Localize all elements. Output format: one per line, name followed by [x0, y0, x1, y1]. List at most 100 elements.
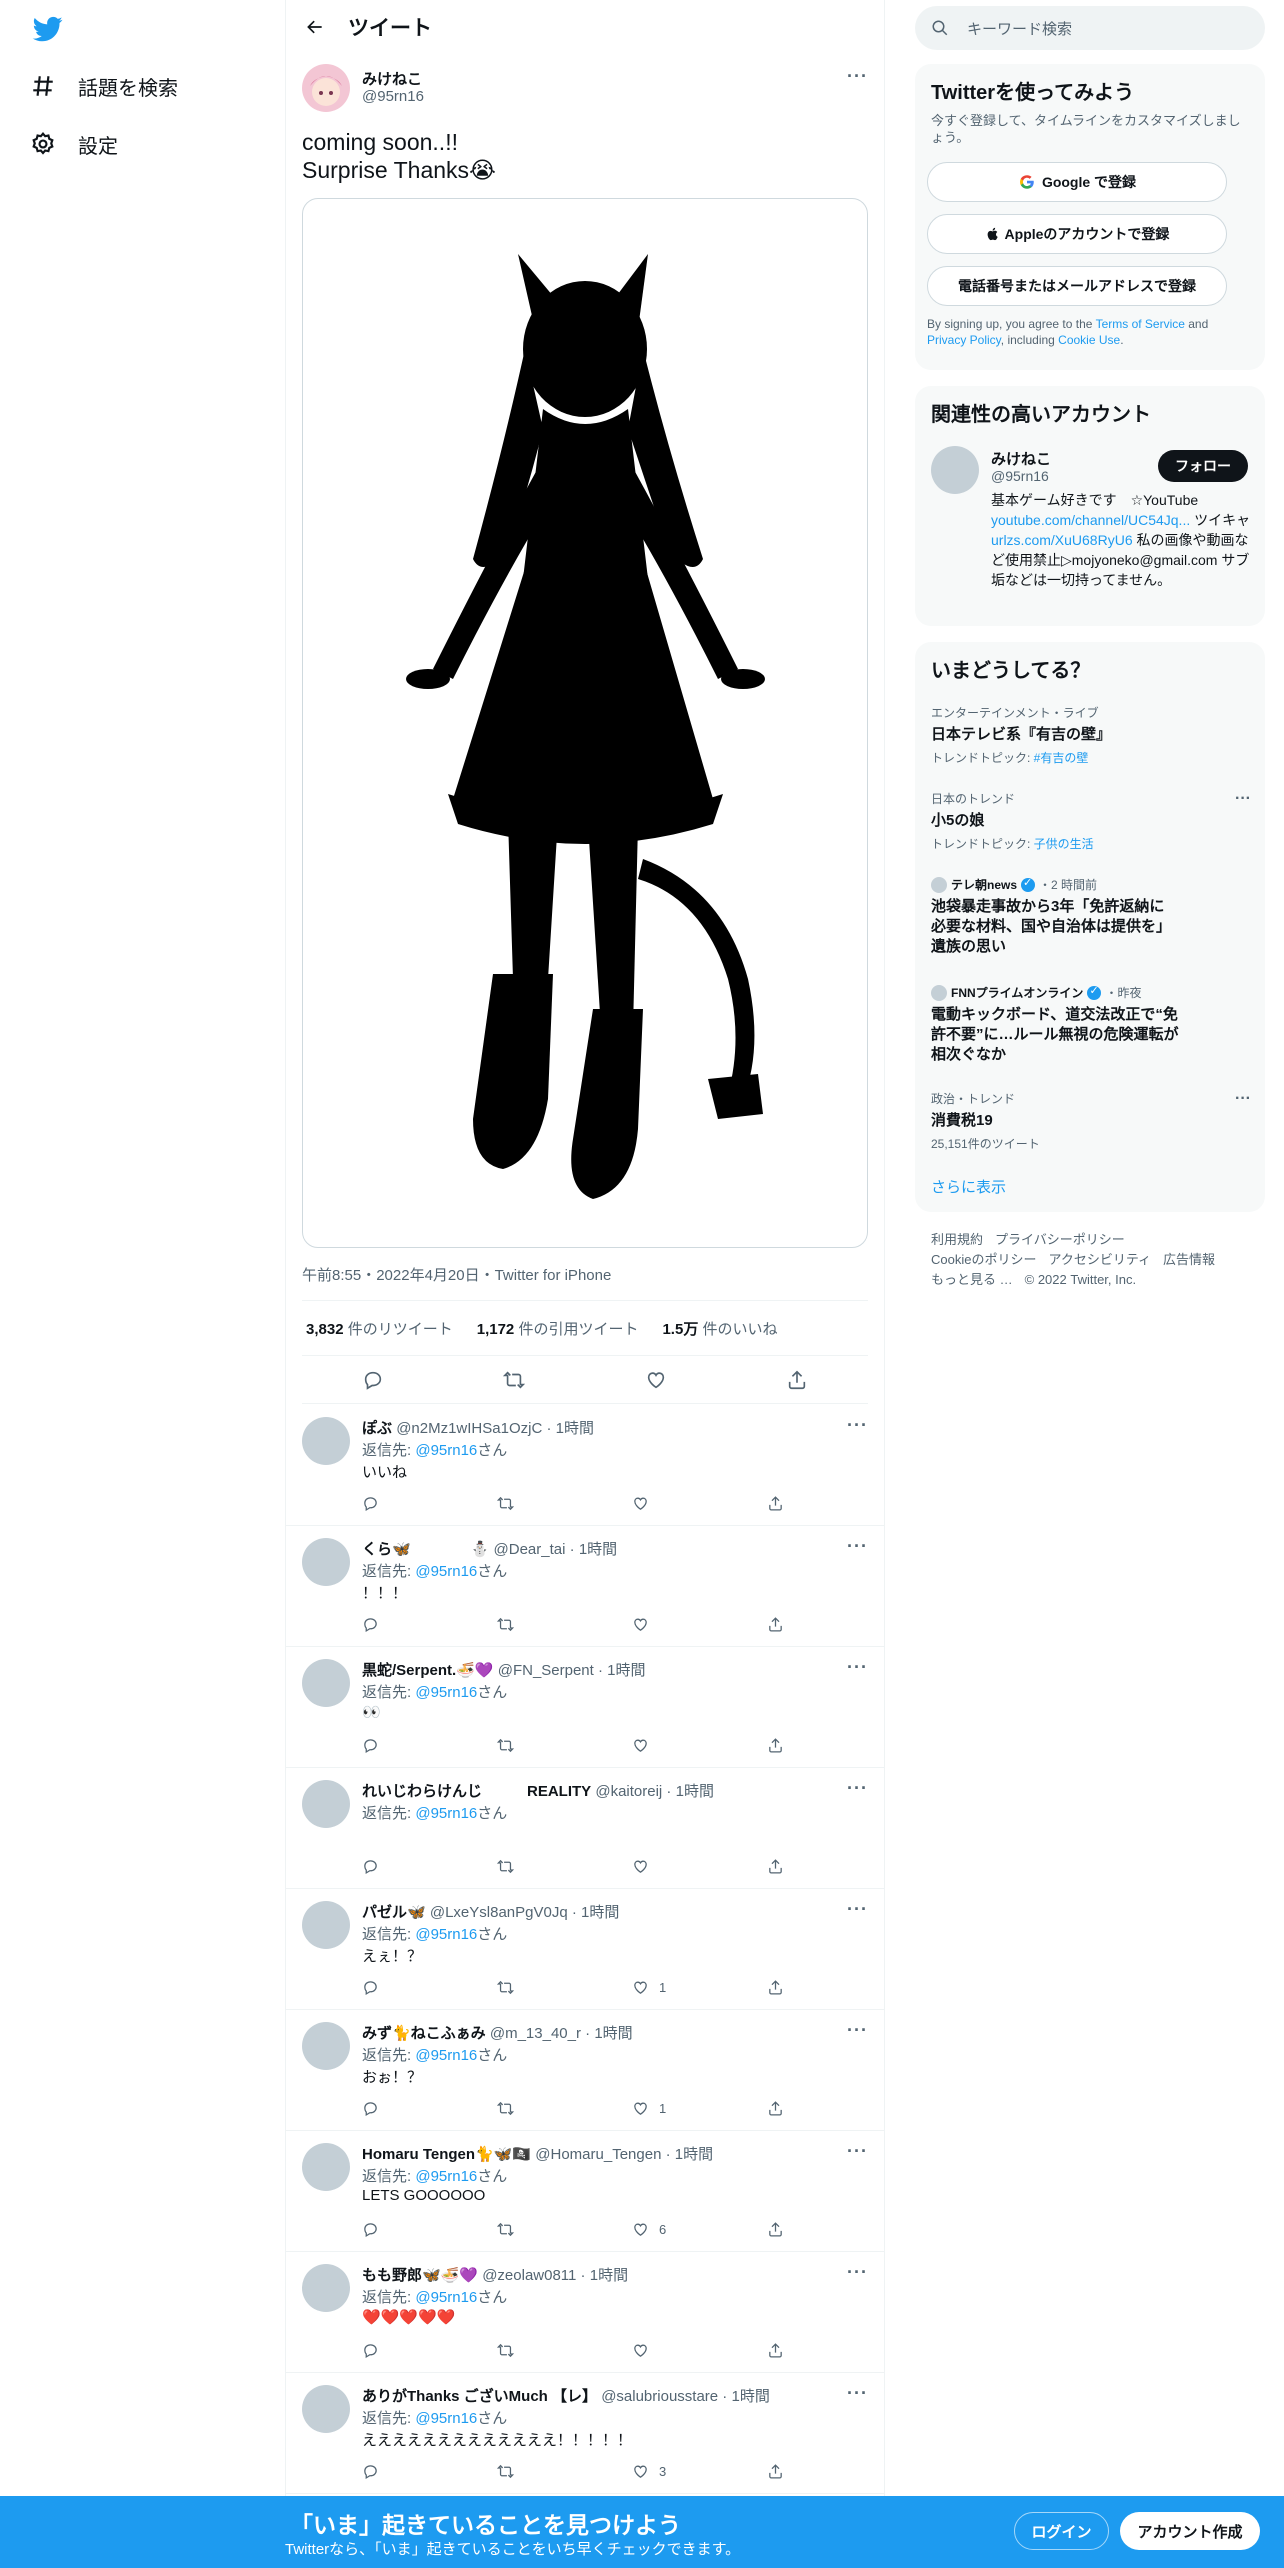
reply-time[interactable]: 1時間 — [675, 2146, 713, 2163]
share-icon[interactable] — [767, 1979, 784, 1996]
footer-link[interactable]: プライバシーポリシー — [995, 1232, 1125, 1247]
reply-avatar[interactable] — [302, 1417, 350, 1465]
like-button[interactable]: 6 — [632, 2221, 666, 2238]
retweet-icon[interactable] — [497, 1495, 514, 1512]
more-options-icon[interactable]: ··· — [847, 2020, 868, 2041]
reply-tweet[interactable]: れいじわらけんじ REALITY @kaitoreij · 1時間 ··· 返信先:… — [286, 1768, 884, 1889]
tweet-media-image[interactable] — [302, 198, 868, 1248]
google-signup-button[interactable]: Google で登録 — [927, 162, 1227, 202]
more-options-icon[interactable]: ··· — [847, 66, 868, 87]
back-button[interactable] — [298, 10, 332, 44]
share-icon[interactable] — [767, 2221, 784, 2238]
reply-time[interactable]: 1時間 — [581, 1904, 619, 1921]
like-button[interactable] — [632, 1616, 659, 1633]
signup-button[interactable]: アカウント作成 — [1120, 2512, 1260, 2550]
trend-item[interactable]: 政治・トレンド 消費税19 25,151件のツイート ··· — [931, 1090, 1251, 1152]
more-options-icon[interactable]: ··· — [847, 1657, 868, 1678]
more-options-icon[interactable]: ··· — [847, 1899, 868, 1920]
share-icon[interactable] — [786, 1369, 808, 1391]
news-item[interactable]: FNNプライムオンライン ・昨夜 電動キックボード、道交法改正で“免許不要”に…ル… — [931, 984, 1251, 1065]
reply-icon[interactable] — [362, 2221, 379, 2238]
reply-to-link[interactable]: @95rn16 — [415, 2168, 477, 2185]
cookie-link[interactable]: Cookie Use — [1058, 333, 1120, 347]
reply-icon[interactable] — [362, 2100, 379, 2117]
related-handle[interactable]: @95rn16 — [991, 468, 1049, 484]
share-icon[interactable] — [767, 2342, 784, 2359]
more-options-icon[interactable]: ··· — [847, 1536, 868, 1557]
twitter-logo-icon[interactable] — [30, 14, 66, 44]
reply-icon[interactable] — [362, 1979, 379, 1996]
reply-author-name[interactable]: くら🦋 ⛄ — [362, 1541, 489, 1558]
reply-tweet[interactable]: ありがThanks ございMuch 【レ】 @salubriousstare ·… — [286, 2373, 884, 2494]
quote-count[interactable]: 1,172 件の引用ツイート — [477, 1318, 639, 1339]
reply-avatar[interactable] — [302, 1659, 350, 1707]
more-options-icon[interactable]: ··· — [847, 1778, 868, 1799]
share-icon[interactable] — [767, 1495, 784, 1512]
reply-to-link[interactable]: @95rn16 — [415, 1563, 477, 1580]
retweet-icon[interactable] — [497, 2342, 514, 2359]
more-options-icon[interactable]: ··· — [847, 2383, 868, 2404]
reply-to-link[interactable]: @95rn16 — [415, 1684, 477, 1701]
reply-tweet[interactable]: 黒蛇/Serpent.🍜💜 @FN_Serpent · 1時間 ··· 返信先: @… — [286, 1647, 884, 1768]
like-button[interactable]: 1 — [632, 1979, 666, 1996]
reply-tweet[interactable]: くら🦋 ⛄ @Dear_tai · 1時間 ··· 返信先: @95rn16さん ！！… — [286, 1526, 884, 1647]
reply-avatar[interactable] — [302, 2264, 350, 2312]
like-button[interactable]: 1 — [632, 2100, 666, 2117]
reply-author-handle[interactable]: @FN_Serpent — [498, 1662, 594, 1679]
reply-author-name[interactable]: Homaru Tengen🐈🦋🏴‍☠️ — [362, 2146, 531, 2163]
reply-icon[interactable] — [362, 2342, 379, 2359]
reply-author-name[interactable]: ありがThanks ございMuch 【レ】 — [362, 2388, 597, 2405]
author-name[interactable]: みけねこ — [362, 68, 422, 89]
retweet-icon[interactable] — [497, 2221, 514, 2238]
footer-link[interactable]: アクセシビリティ — [1048, 1252, 1151, 1267]
share-icon[interactable] — [767, 1737, 784, 1754]
heart-icon[interactable] — [645, 1369, 667, 1391]
share-icon[interactable] — [767, 1616, 784, 1633]
author-avatar[interactable] — [302, 64, 350, 112]
nav-settings[interactable]: 設定 — [30, 124, 118, 164]
reply-time[interactable]: 1時間 — [556, 1420, 594, 1437]
reply-author-handle[interactable]: @kaitoreij — [595, 1783, 662, 1800]
retweet-icon[interactable] — [497, 2100, 514, 2117]
tweet-timestamp[interactable]: 午前8:55・2022年4月20日・Twitter for iPhone — [302, 1264, 611, 1285]
show-more-link[interactable]: さらに表示 — [931, 1176, 1006, 1197]
reply-time[interactable]: 1時間 — [579, 1541, 617, 1558]
retweet-count[interactable]: 3,832 件のリツイート — [306, 1318, 453, 1339]
news-item[interactable]: テレ朝news ・2 時間前 池袋暴走事故から3年「免許返納に必要な材料、国や自治… — [931, 876, 1251, 957]
reply-to-link[interactable]: @95rn16 — [415, 2289, 477, 2306]
related-name[interactable]: みけねこ — [991, 448, 1051, 469]
reply-avatar[interactable] — [302, 1901, 350, 1949]
like-button[interactable] — [632, 1858, 659, 1875]
bio-link[interactable]: youtube.com/channel/UC54Jq... — [991, 512, 1190, 528]
related-avatar[interactable] — [931, 446, 979, 494]
reply-icon[interactable] — [362, 1495, 379, 1512]
author-handle[interactable]: @95rn16 — [362, 88, 424, 105]
trend-link[interactable]: 子供の生活 — [1034, 837, 1094, 851]
reply-tweet[interactable]: Homaru Tengen🐈🦋🏴‍☠️ @Homaru_Tengen · 1時間… — [286, 2131, 884, 2252]
reply-to-link[interactable]: @95rn16 — [415, 1442, 477, 1459]
like-button[interactable] — [632, 1737, 659, 1754]
apple-signup-button[interactable]: Appleのアカウントで登録 — [927, 214, 1227, 254]
footer-link[interactable]: Cookieのポリシー — [931, 1252, 1036, 1267]
reply-tweet[interactable]: パゼル🦋 @LxeYsl8anPgV0Jq · 1時間 ··· 返信先: @95rn… — [286, 1889, 884, 2010]
search-input[interactable]: キーワード検索 — [967, 18, 1072, 39]
reply-author-name[interactable]: れいじわらけんじ REALITY — [362, 1783, 591, 1800]
reply-icon[interactable] — [362, 1858, 379, 1875]
bio-link[interactable]: urlzs.com/XuU68RyU6 — [991, 532, 1133, 548]
reply-author-handle[interactable]: @LxeYsl8anPgV0Jq — [430, 1904, 568, 1921]
reply-author-name[interactable]: もも野郎🦋🍜💜 — [362, 2267, 478, 2284]
retweet-icon[interactable] — [497, 2463, 514, 2480]
more-options-icon[interactable]: ··· — [1235, 790, 1251, 808]
like-button[interactable]: 3 — [632, 2463, 666, 2480]
reply-to-link[interactable]: @95rn16 — [415, 1926, 477, 1943]
nav-explore[interactable]: 話題を検索 — [30, 66, 178, 106]
reply-tweet[interactable]: もも野郎🦋🍜💜 @zeolaw0811 · 1時間 ··· 返信先: @95rn16… — [286, 2252, 884, 2373]
reply-time[interactable]: 1時間 — [590, 2267, 628, 2284]
share-icon[interactable] — [767, 1858, 784, 1875]
more-options-icon[interactable]: ··· — [847, 2141, 868, 2162]
reply-tweet[interactable]: ぽぶ @n2Mz1wIHSa1OzjC · 1時間 ··· 返信先: @95rn16… — [286, 1405, 884, 1526]
retweet-icon[interactable] — [497, 1858, 514, 1875]
more-options-icon[interactable]: ··· — [1235, 1090, 1251, 1108]
reply-author-handle[interactable]: @Homaru_Tengen — [535, 2146, 661, 2163]
footer-link[interactable]: 広告情報 — [1163, 1252, 1215, 1267]
